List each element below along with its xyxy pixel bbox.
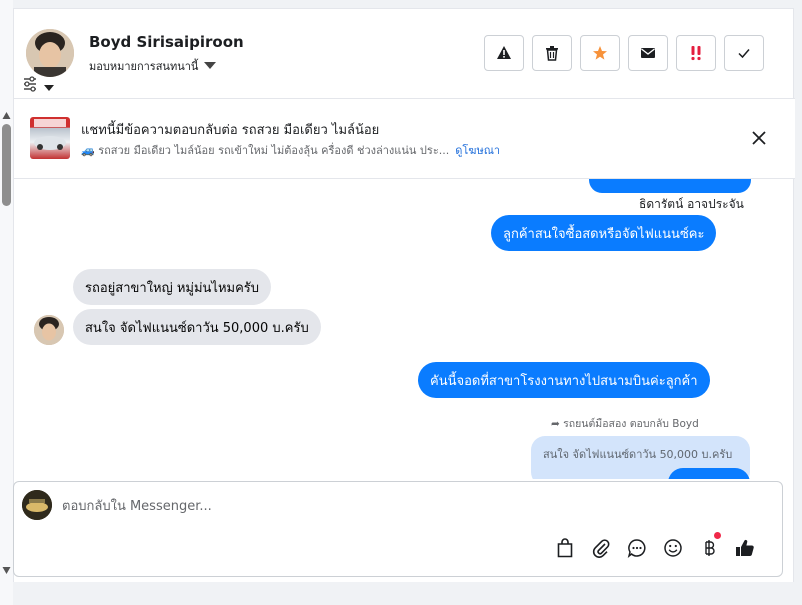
star-icon [593,46,607,60]
star-button[interactable] [580,35,620,71]
page-scrollbar[interactable] [0,108,13,578]
mark-unread-button[interactable] [628,35,668,71]
reply-label-text: รถยนต์มือสอง ตอบกลับ Boyd [563,418,699,430]
ad-subtitle: 🚙 รถสวย มือเดียว ไมล์น้อย รถเข้าใหม่ ไม่… [81,141,500,159]
paperclip-icon [592,538,609,558]
emoji-button[interactable] [662,537,683,558]
messenger-app: Boyd Sirisaipiroon มอบหมายการสนทนานี้ แช… [0,0,802,605]
assign-label: มอบหมายการสนทนานี้ [89,60,199,73]
contact-avatar[interactable] [26,29,74,77]
ad-thumbnail[interactable] [30,117,70,159]
delete-button[interactable] [532,35,572,71]
page-avatar [22,490,52,520]
right-edge [795,0,802,605]
notification-dot [714,532,721,539]
message-list: ธิดารัตน์ อาจประจัน ลูกค้าสนใจซื้อสดหรือ… [14,179,795,479]
smiley-icon [663,538,682,557]
close-icon [752,131,766,145]
priority-button[interactable] [676,35,716,71]
composer-toolbar [554,532,755,558]
report-button[interactable] [484,35,524,71]
baht-icon [704,539,715,556]
message-bubble-incoming[interactable]: สนใจ จัดไฟแนนซ์ดาวัน 50,000 บ.ครับ [73,309,321,345]
envelope-icon [641,48,655,58]
message-bubble-outgoing[interactable]: ลูกค้าสนใจซื้อสดหรือจัดไฟแนนซ์คะ [491,215,717,251]
conversation-header: Boyd Sirisaipiroon มอบหมายการสนทนานี้ [14,9,795,99]
message-bubble-outgoing[interactable]: คันนี้จอดที่สาขาโรงงานทางไปสนามบินค่ะลูก… [418,362,710,398]
ad-reply-banner: แชทนี้มีข้อความตอบกลับต่อ รถสวย มือเดียว… [14,99,795,179]
reply-indicator: ➦ รถยนต์มือสอง ตอบกลับ Boyd [551,415,699,432]
assign-conversation-dropdown[interactable]: มอบหมายการสนทนานี้ [89,57,217,75]
sender-name: ธิดารัตน์ อาจประจัน [639,197,744,211]
saved-replies-button[interactable] [626,537,647,558]
message-composer [13,481,783,577]
shop-button[interactable] [554,537,575,558]
chat-bubble-icon [627,538,645,558]
contact-avatar-small [34,315,64,345]
filter-dropdown-button[interactable] [22,75,62,93]
checkmark-icon [738,49,750,59]
warning-icon [497,46,511,59]
sliders-icon [24,76,54,92]
close-banner-button[interactable] [750,129,768,147]
chevron-down-icon [204,62,217,69]
header-actions [484,35,764,71]
message-bubble-partial [668,468,750,479]
contact-name[interactable]: Boyd Sirisaipiroon [89,33,244,51]
done-button[interactable] [724,35,764,71]
reply-arrow-icon: ➦ [551,418,560,430]
attach-button[interactable] [590,537,611,558]
ad-subtitle-text: 🚙 รถสวย มือเดียว ไมล์น้อย รถเข้าใหม่ ไม่… [81,144,450,157]
like-button[interactable] [734,537,755,558]
payment-button[interactable] [698,532,721,558]
ad-title: แชทนี้มีข้อความตอบกลับต่อ รถสวย มือเดียว… [81,123,380,138]
message-bubble-partial [589,179,751,193]
message-bubble-incoming[interactable]: รถอยู่สาขาใหญ่ หมู่ม่นไหมครับ [73,269,272,305]
message-input[interactable] [62,496,662,516]
trash-icon [546,46,558,61]
thumbs-up-icon [735,539,754,556]
view-ad-link[interactable]: ดูโฆษณา [455,144,500,157]
double-exclamation-icon [691,46,701,61]
shopping-bag-icon [557,537,572,557]
